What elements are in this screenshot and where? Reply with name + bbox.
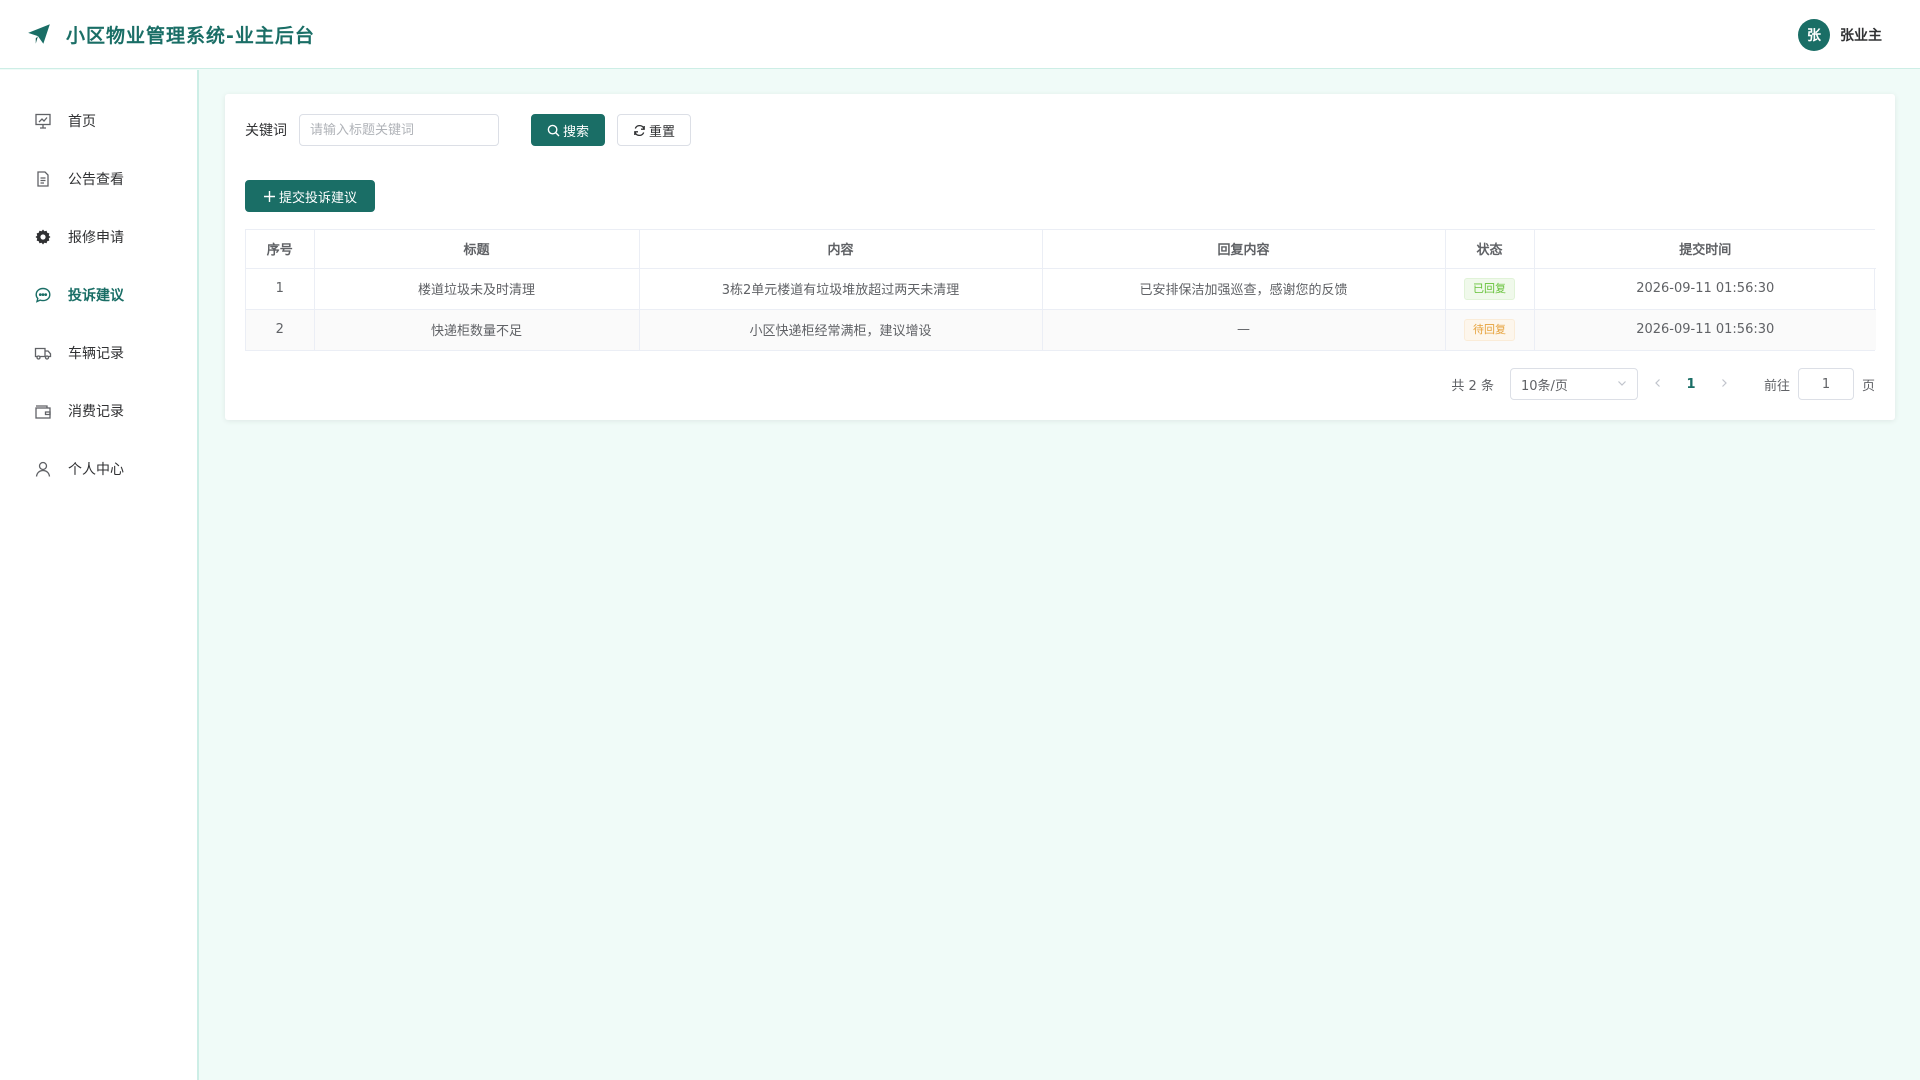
cell-time: 2026-09-11 01:56:30 [1534, 309, 1876, 350]
page-unit-label: 页 [1861, 378, 1875, 394]
sidebar-item-notices[interactable]: 公告查看 [0, 150, 197, 208]
sidebar-item-label: 车辆记录 [68, 346, 124, 362]
refresh-icon [633, 124, 646, 137]
cell-status: 待回复 [1445, 309, 1535, 350]
gear-icon [34, 228, 52, 246]
search-icon [547, 124, 560, 137]
cell-index: 2 [246, 309, 315, 350]
dashboard-icon [34, 112, 52, 130]
sidebar-item-home[interactable]: 首页 [0, 92, 197, 150]
column-header-reply: 回复内容 [1042, 230, 1446, 269]
app-title: 小区物业管理系统-业主后台 [66, 24, 315, 47]
cell-time: 2026-09-11 01:56:30 [1534, 268, 1876, 310]
sidebar-item-profile[interactable]: 个人中心 [0, 440, 197, 498]
keyword-input[interactable] [299, 114, 499, 146]
cell-title: 楼道垃圾未及时清理 [314, 268, 640, 310]
complaints-panel: 关键词 搜索 重置 提交投诉建议 序号 [225, 94, 1895, 420]
keyword-label: 关键词 [245, 123, 287, 139]
search-button[interactable]: 搜索 [531, 114, 605, 146]
pagination: 共 2 条 10条/页 1 前往 页 [1451, 368, 1875, 400]
sidebar-item-label: 消费记录 [68, 404, 124, 420]
page-number[interactable]: 1 [1678, 377, 1704, 392]
avatar[interactable]: 张 [1798, 18, 1830, 51]
sidebar-item-label: 首页 [68, 114, 96, 130]
cell-content: 小区快递柜经常满柜，建议增设 [639, 309, 1043, 350]
table-row[interactable]: 1 楼道垃圾未及时清理 3栋2单元楼道有垃圾堆放超过两天未清理 已安排保洁加强巡… [246, 268, 1876, 310]
sidebar-item-spending[interactable]: 消费记录 [0, 382, 197, 440]
sidebar-item-complaints[interactable]: 投诉建议 [0, 266, 197, 324]
table-header-row: 序号 标题 内容 回复内容 状态 提交时间 [246, 230, 1876, 269]
reset-button[interactable]: 重置 [617, 114, 691, 146]
cell-reply: — [1042, 309, 1446, 350]
user-icon [34, 460, 52, 478]
chevron-left-icon [1655, 378, 1660, 387]
cell-index: 1 [246, 268, 315, 310]
prev-page-button[interactable] [1648, 377, 1668, 392]
reset-button-label: 重置 [648, 124, 675, 140]
sidebar-item-repair[interactable]: 报修申请 [0, 208, 197, 266]
chat-bubble-icon [34, 286, 52, 304]
chevron-right-icon [1722, 378, 1727, 387]
paper-plane-icon [26, 21, 52, 47]
sidebar-item-label: 个人中心 [68, 462, 124, 478]
wallet-icon [34, 402, 52, 420]
plus-icon [263, 190, 276, 203]
chevron-down-icon [1617, 377, 1627, 392]
add-complaint-label: 提交投诉建议 [278, 190, 357, 206]
column-header-index: 序号 [246, 230, 315, 269]
table-row[interactable]: 2 快递柜数量不足 小区快递柜经常满柜，建议增设 — 待回复 2026-09-1… [246, 309, 1876, 350]
top-header: 小区物业管理系统-业主后台 张 张业主 [0, 0, 1920, 69]
cell-content: 3栋2单元楼道有垃圾堆放超过两天未清理 [639, 268, 1043, 310]
column-header-time: 提交时间 [1534, 230, 1876, 269]
document-icon [34, 170, 52, 188]
status-badge: 待回复 [1464, 318, 1515, 341]
goto-page-input[interactable] [1797, 368, 1854, 400]
page-size-value: 10条/页 [1520, 378, 1568, 394]
sidebar: 首页 公告查看 报修申请 投诉建议 车辆记录 消费记录 个人中心 [0, 70, 199, 1080]
brand: 小区物业管理系统-业主后台 [26, 21, 315, 48]
goto-label: 前往 [1763, 378, 1790, 394]
next-page-button[interactable] [1714, 377, 1734, 392]
user-menu[interactable]: 张 张业主 [1798, 0, 1882, 69]
user-name[interactable]: 张业主 [1840, 25, 1882, 45]
total-count: 共 2 条 [1451, 378, 1494, 394]
search-button-label: 搜索 [562, 124, 589, 140]
page-size-select[interactable]: 10条/页 [1509, 368, 1638, 400]
truck-icon [34, 344, 52, 362]
cell-status: 已回复 [1445, 268, 1535, 310]
sidebar-item-label: 报修申请 [68, 230, 124, 246]
column-header-status: 状态 [1445, 230, 1535, 269]
cell-title: 快递柜数量不足 [314, 309, 640, 350]
column-header-title: 标题 [314, 230, 640, 269]
complaints-table: 序号 标题 内容 回复内容 状态 提交时间 1 楼道垃圾未及时清理 3栋2单元楼… [245, 229, 1876, 351]
status-badge: 已回复 [1464, 277, 1515, 300]
add-complaint-button[interactable]: 提交投诉建议 [245, 180, 375, 212]
sidebar-item-label: 公告查看 [68, 172, 124, 188]
cell-reply: 已安排保洁加强巡查，感谢您的反馈 [1042, 268, 1446, 310]
sidebar-item-vehicles[interactable]: 车辆记录 [0, 324, 197, 382]
column-header-content: 内容 [639, 230, 1043, 269]
sidebar-item-label: 投诉建议 [68, 288, 124, 304]
search-bar: 关键词 搜索 重置 [245, 114, 691, 146]
